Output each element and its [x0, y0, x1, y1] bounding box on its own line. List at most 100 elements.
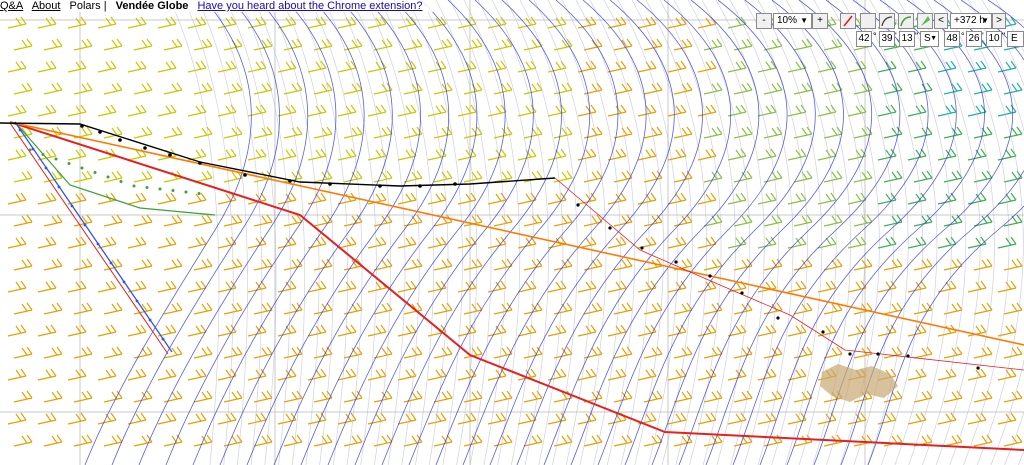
draw-route-icon[interactable]: [840, 13, 856, 29]
lon-hemisphere-select[interactable]: E: [1007, 31, 1024, 47]
wind-barb: [523, 258, 543, 271]
wind-barb: [193, 82, 213, 95]
green-curve-tool-icon[interactable]: [898, 13, 914, 29]
lat-hemisphere-select[interactable]: S ▼: [920, 31, 939, 47]
wind-barb: [433, 346, 453, 359]
route-point: [168, 153, 172, 157]
wind-barb: [493, 346, 513, 359]
wind-barb: [967, 148, 987, 161]
wind-barb: [193, 258, 213, 271]
lat-degrees-field[interactable]: 42: [856, 31, 872, 47]
wind-barb: [547, 280, 567, 293]
extension-link[interactable]: Have you heard about the Chrome extensio…: [197, 0, 422, 12]
wind-barb: [7, 236, 27, 249]
wind-barb: [1003, 346, 1023, 359]
route-point: [44, 166, 48, 170]
wind-barb: [343, 126, 363, 139]
wind-barb: [907, 192, 927, 205]
wind-barb: [403, 390, 423, 403]
red-route-alt: [9, 122, 169, 355]
wind-barb: [13, 82, 33, 95]
menu-qa[interactable]: Q&A: [0, 0, 23, 12]
route-point: [608, 226, 612, 230]
wind-barb: [637, 236, 657, 249]
route-point: [148, 318, 152, 322]
wind-barb: [997, 236, 1017, 249]
wind-barb: [187, 280, 207, 293]
wind-barb: [7, 148, 27, 161]
wind-barb: [283, 302, 303, 315]
wind-barb: [7, 16, 27, 29]
wind-barb: [163, 390, 183, 403]
green-mark-tool-icon[interactable]: [917, 13, 933, 29]
wind-barb: [157, 236, 177, 249]
route-point: [453, 182, 457, 186]
wind-barb: [847, 104, 867, 117]
wind-barb: [67, 148, 87, 161]
wind-barb: [487, 148, 507, 161]
wind-barb: [73, 38, 93, 51]
time-next-button[interactable]: >: [992, 13, 1006, 29]
lat-seconds-field[interactable]: 13: [899, 31, 915, 47]
lon-seconds-field[interactable]: 10: [986, 31, 1002, 47]
minute-mark: ': [895, 31, 897, 41]
route-point: [848, 352, 852, 356]
wind-barb: [127, 236, 147, 249]
wind-barb: [433, 38, 453, 51]
route-point: [576, 203, 580, 207]
wind-barb: [163, 38, 183, 51]
wind-barb: [703, 82, 723, 95]
wind-barb: [973, 214, 993, 227]
wind-barb: [73, 302, 93, 315]
wind-barb: [427, 236, 447, 249]
wind-barb: [757, 60, 777, 73]
time-prev-button[interactable]: <: [934, 13, 948, 29]
wind-barb: [397, 104, 417, 117]
wind-barb: [67, 104, 87, 117]
chevron-down-icon: ▼: [981, 16, 989, 25]
wind-barb: [607, 192, 627, 205]
zoom-out-button[interactable]: -: [756, 13, 772, 29]
route-point: [640, 246, 644, 250]
wind-barb: [337, 60, 357, 73]
wind-barb: [967, 104, 987, 117]
lon-degrees-field[interactable]: 48: [944, 31, 960, 47]
wind-barb: [73, 82, 93, 95]
second-mark: ": [915, 31, 919, 41]
wind-barb: [697, 324, 717, 337]
wind-barb: [187, 236, 207, 249]
route-point: [67, 162, 71, 165]
wind-barb: [187, 324, 207, 337]
wind-barb: [157, 368, 177, 381]
wind-barb: [133, 258, 153, 271]
blank-tool-icon[interactable]: [860, 13, 876, 29]
wind-barb: [433, 390, 453, 403]
curve-tool-icon[interactable]: [879, 13, 895, 29]
wind-barb: [67, 280, 87, 293]
lon-minutes-field[interactable]: 26: [966, 31, 982, 47]
wind-barb: [37, 16, 57, 29]
wind-barb: [607, 16, 627, 29]
menu-polars[interactable]: Polars |: [70, 0, 107, 12]
forecast-time-select[interactable]: +372 h ▼: [950, 13, 992, 29]
wind-barb: [793, 434, 813, 447]
route-map[interactable]: [0, 0, 1024, 465]
wind-barb: [67, 324, 87, 337]
wind-barb: [463, 38, 483, 51]
zoom-select[interactable]: 10% ▼: [773, 13, 812, 29]
wind-barb: [43, 390, 63, 403]
wind-barb: [103, 214, 123, 227]
wind-barb: [847, 60, 867, 73]
zoom-in-button[interactable]: +: [812, 13, 828, 29]
lat-minutes-field[interactable]: 39: [879, 31, 895, 47]
zoom-value: 10%: [777, 15, 798, 26]
wind-barb: [187, 192, 207, 205]
wind-barb: [973, 82, 993, 95]
wind-barb: [127, 192, 147, 205]
race-title: Vendée Globe: [115, 0, 189, 12]
isochrone-faint-line: [169, 0, 220, 465]
menu-about[interactable]: About: [32, 0, 61, 12]
wind-barb: [127, 324, 147, 337]
wind-barb: [967, 192, 987, 205]
degree-mark: °: [961, 31, 965, 41]
